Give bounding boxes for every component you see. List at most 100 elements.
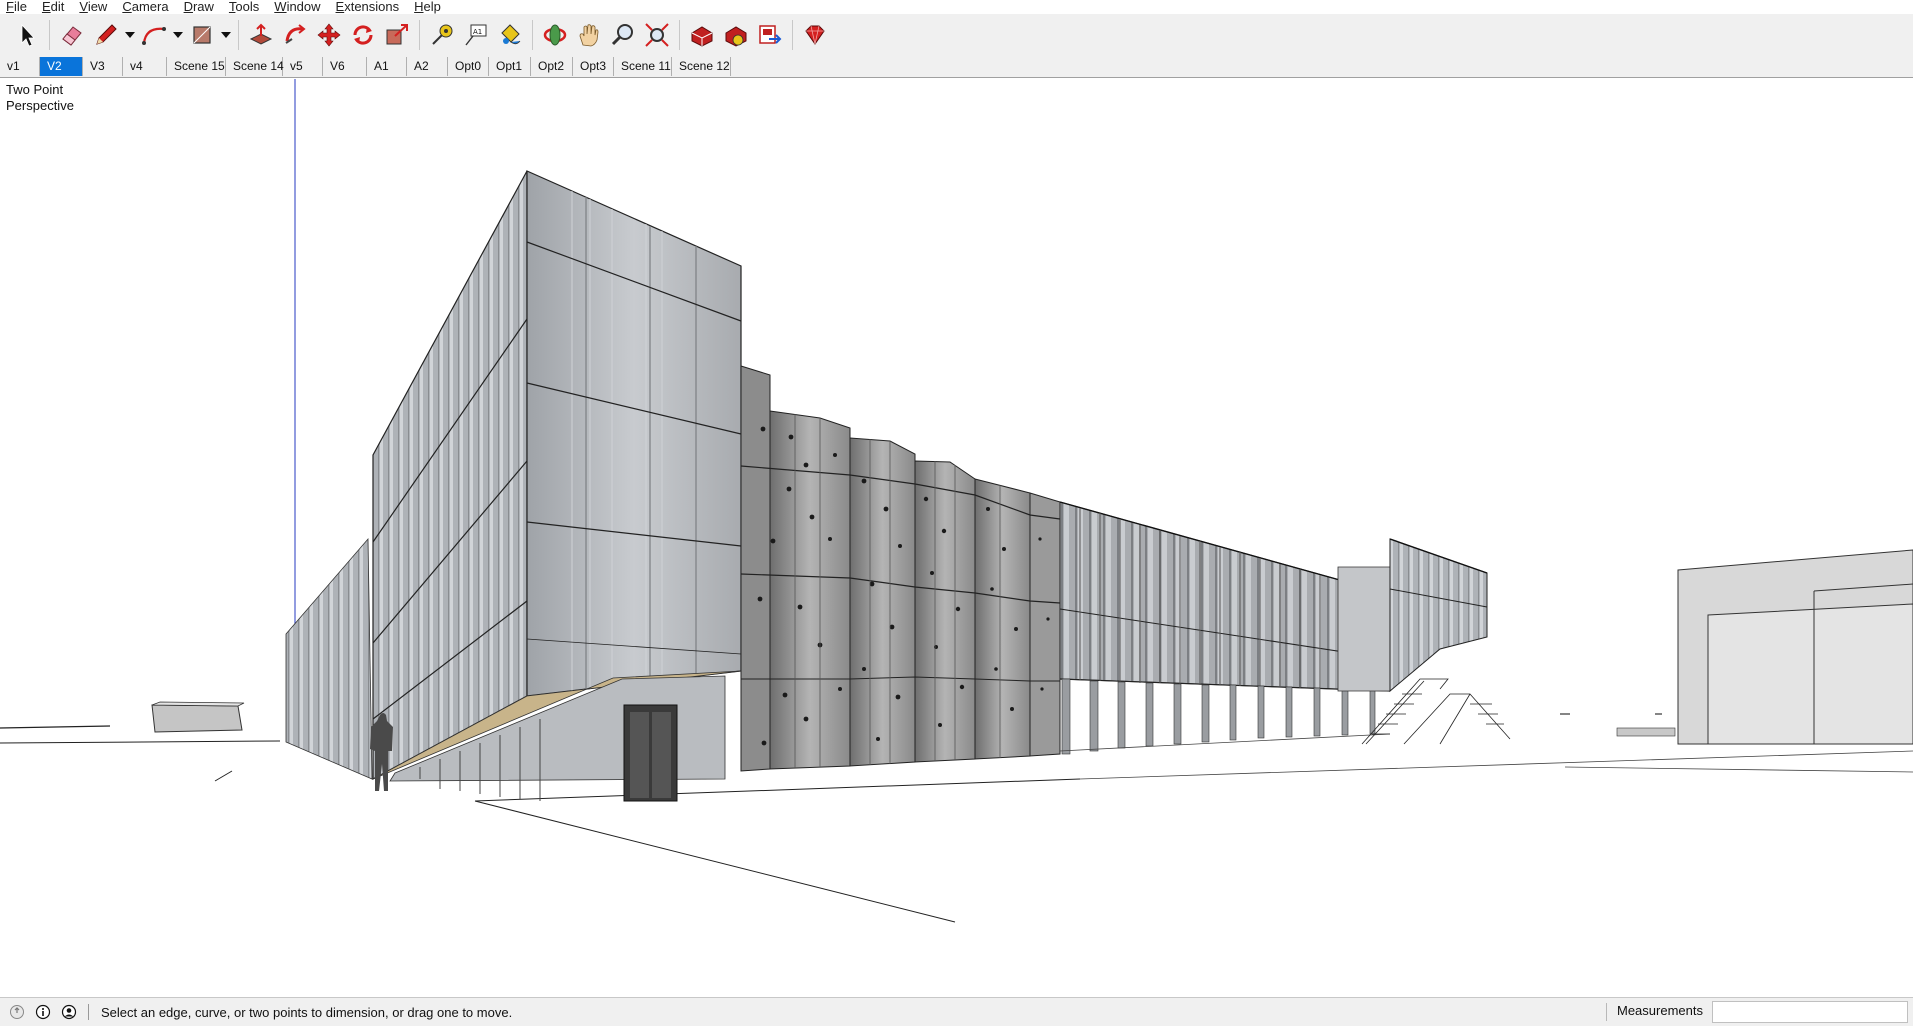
menu-file-label: File: [6, 0, 27, 14]
text-icon: A1: [465, 24, 487, 46]
eraser-icon: [62, 26, 82, 46]
menu-camera[interactable]: Camera: [122, 0, 168, 14]
menu-extensions-label: Extensions: [335, 0, 400, 14]
arc-tool-button[interactable]: [137, 18, 171, 52]
menu-edit[interactable]: Edit: [42, 0, 64, 14]
zoom-extents-tool-button[interactable]: [640, 18, 674, 52]
scene-tab[interactable]: Opt2: [531, 57, 573, 76]
scale-icon: [386, 24, 408, 45]
info-icon: [35, 1004, 51, 1020]
select-arrow-icon: [21, 23, 35, 47]
pencil-tool-button[interactable]: [89, 18, 123, 52]
ruby-gem-icon: [805, 25, 825, 45]
scene-tab[interactable]: A2: [407, 57, 448, 76]
follow-me-icon: [285, 24, 306, 44]
arc-dropdown[interactable]: [171, 18, 185, 52]
pencil-icon: [96, 24, 117, 45]
scene-tab[interactable]: Opt1: [489, 57, 531, 76]
scene-tab[interactable]: V6: [323, 57, 367, 76]
scene-tab[interactable]: Opt0: [448, 57, 489, 76]
user-icon: [61, 1004, 77, 1020]
chevron-down-icon: [173, 32, 183, 38]
select-tool-button[interactable]: [10, 18, 44, 52]
paint-bucket-tool-button[interactable]: [493, 18, 527, 52]
menu-file[interactable]: File: [6, 0, 27, 14]
scale-tool-button[interactable]: [380, 18, 414, 52]
scene-tab[interactable]: v1: [0, 57, 40, 76]
menu-help-label: Help: [414, 0, 441, 14]
modeling-viewport[interactable]: Two Point Perspective: [0, 79, 1913, 997]
main-toolbar: A1: [0, 14, 1913, 56]
scene-tabs: v1 V2 V3 v4 Scene 15 Scene 14 v5 V6 A1 A…: [0, 56, 1913, 78]
camera-label-line-2: Perspective: [6, 98, 74, 113]
shape-dropdown[interactable]: [219, 18, 233, 52]
camera-label-line-1: Two Point: [6, 82, 64, 97]
orbit-icon: [543, 24, 567, 46]
sketchup-window: File Edit View Camera Draw Tools Window …: [0, 0, 1913, 1026]
scene-tab[interactable]: Scene 15: [167, 57, 226, 76]
user-account-button[interactable]: [60, 1003, 78, 1021]
measurements-input[interactable]: [1712, 1001, 1908, 1023]
menu-edit-label: Edit: [41, 0, 65, 14]
menu-view-label: View: [79, 0, 108, 14]
scene-tab[interactable]: A1: [367, 57, 407, 76]
status-bar: Select an edge, curve, or two points to …: [0, 997, 1913, 1026]
menu-window[interactable]: Window: [274, 0, 320, 14]
pencil-dropdown[interactable]: [123, 18, 137, 52]
paint-bucket-icon: [501, 24, 521, 45]
toolbar-separator: [679, 20, 680, 50]
layout-icon: [759, 25, 782, 44]
rotate-icon: [353, 25, 373, 45]
pan-tool-button[interactable]: [572, 18, 606, 52]
follow-me-tool-button[interactable]: [278, 18, 312, 52]
toolbar-separator: [238, 20, 239, 50]
zoom-magnifier-icon: [611, 24, 633, 46]
chevron-down-icon: [125, 32, 135, 38]
menu-tools-label: Tools: [228, 0, 260, 14]
scene-tab[interactable]: V3: [83, 57, 123, 76]
building-model-render: [0, 79, 1913, 923]
send-to-layout-button[interactable]: [753, 18, 787, 52]
move-icon: [317, 23, 341, 47]
scene-tab[interactable]: Opt3: [573, 57, 614, 76]
menu-help[interactable]: Help: [414, 0, 441, 14]
menu-draw-label: Draw: [183, 0, 214, 14]
menu-extensions[interactable]: Extensions: [336, 0, 400, 14]
extension-warehouse-icon: [725, 26, 747, 47]
geo-location-button[interactable]: [8, 1003, 26, 1021]
menu-view[interactable]: View: [79, 0, 107, 14]
rectangle-icon: [193, 26, 211, 44]
extension-manager-button[interactable]: [798, 18, 832, 52]
geo-location-icon: [10, 1005, 24, 1019]
eraser-tool-button[interactable]: [55, 18, 89, 52]
zoom-tool-button[interactable]: [606, 18, 640, 52]
move-tool-button[interactable]: [312, 18, 346, 52]
scene-tab-active[interactable]: V2: [40, 57, 83, 76]
shape-tool-button[interactable]: [185, 18, 219, 52]
orbit-tool-button[interactable]: [538, 18, 572, 52]
scene-tab[interactable]: Scene 11: [614, 57, 672, 76]
measurements-divider: [1606, 1003, 1607, 1021]
camera-projection-label: Two Point Perspective: [6, 82, 96, 114]
measurements-label: Measurements: [1617, 1003, 1703, 1018]
scene-tab[interactable]: Scene 14: [226, 57, 284, 76]
svg-text:A1: A1: [473, 28, 482, 36]
menu-window-label: Window: [274, 0, 321, 14]
credits-button[interactable]: [34, 1003, 52, 1021]
scene-tab[interactable]: v5: [283, 57, 323, 76]
pan-hand-icon: [579, 24, 599, 47]
scene-tab[interactable]: v4: [123, 57, 167, 76]
3d-warehouse-button[interactable]: [685, 18, 719, 52]
extension-warehouse-button[interactable]: [719, 18, 753, 52]
rotate-tool-button[interactable]: [346, 18, 380, 52]
toolbar-separator: [792, 20, 793, 50]
push-pull-tool-button[interactable]: [244, 18, 278, 52]
text-tool-button[interactable]: A1: [459, 18, 493, 52]
menu-draw[interactable]: Draw: [184, 0, 214, 14]
menu-tools[interactable]: Tools: [229, 0, 259, 14]
arc-icon: [142, 27, 166, 45]
toolbar-separator: [532, 20, 533, 50]
push-pull-icon: [249, 23, 273, 45]
tape-measure-tool-button[interactable]: [425, 18, 459, 52]
scene-tab[interactable]: Scene 12: [672, 57, 731, 76]
